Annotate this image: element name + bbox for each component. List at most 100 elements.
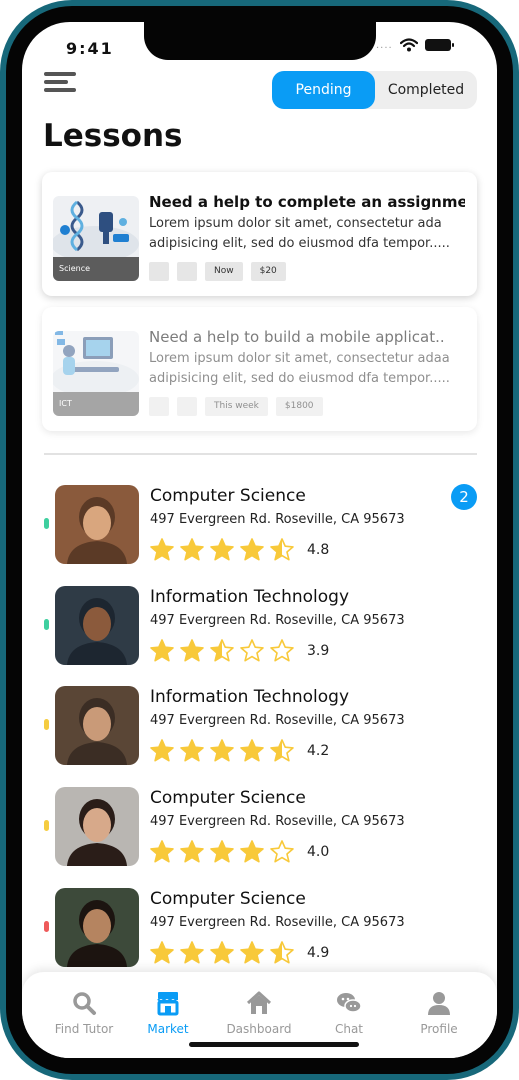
star-rating bbox=[149, 738, 295, 768]
nav-label: Dashboard bbox=[226, 1022, 292, 1036]
tutor-list-item[interactable]: Information Technology 497 Evergreen Rd. … bbox=[22, 686, 497, 776]
status-indicator bbox=[44, 518, 49, 529]
lesson-time-chip: Now bbox=[205, 262, 243, 281]
lesson-description: Lorem ipsum dolor sit amet, consectetur … bbox=[149, 214, 465, 254]
status-time: 9:41 bbox=[66, 39, 114, 58]
tutor-address: 497 Evergreen Rd. Roseville, CA 95673 bbox=[150, 814, 405, 829]
rating-value: 4.0 bbox=[307, 844, 330, 860]
lesson-price-chip: $1800 bbox=[275, 397, 323, 416]
tutor-list-item[interactable]: Computer Science 497 Evergreen Rd. Rosevi… bbox=[22, 485, 497, 575]
star-filled-icon bbox=[149, 537, 175, 567]
star-filled-icon bbox=[239, 537, 265, 567]
rating-value: 4.2 bbox=[307, 743, 330, 759]
tutor-address: 497 Evergreen Rd. Roseville, CA 95673 bbox=[150, 512, 405, 527]
rating-value: 4.8 bbox=[307, 542, 330, 558]
search-icon bbox=[73, 992, 96, 1015]
lesson-description: Lorem ipsum dolor sit amet, consectetur … bbox=[149, 349, 465, 389]
tutor-address: 497 Evergreen Rd. Roseville, CA 95673 bbox=[150, 713, 405, 728]
star-filled-icon bbox=[179, 738, 205, 768]
star-outline-icon bbox=[269, 839, 295, 869]
chip-placeholder bbox=[177, 262, 197, 281]
nav-dashboard[interactable]: Dashboard bbox=[214, 990, 304, 1036]
star-half-icon bbox=[209, 638, 235, 668]
nav-label: Market bbox=[147, 1022, 189, 1036]
star-rating bbox=[149, 940, 295, 970]
battery-icon bbox=[424, 39, 454, 51]
rating-value: 3.9 bbox=[307, 643, 330, 659]
chat-icon bbox=[337, 993, 362, 1013]
tutor-list-item[interactable]: Computer Science 497 Evergreen Rd. Rosevi… bbox=[22, 888, 497, 978]
star-half-icon bbox=[269, 738, 295, 768]
nav-label: Profile bbox=[420, 1022, 458, 1036]
star-filled-icon bbox=[209, 537, 235, 567]
lesson-description-line: Lorem ipsum dolor sit amet, consectetur … bbox=[149, 351, 450, 366]
star-rating bbox=[149, 638, 295, 668]
star-outline-icon bbox=[269, 638, 295, 668]
wifi-icon bbox=[399, 38, 418, 52]
tutor-subject: Information Technology bbox=[150, 687, 350, 707]
hamburger-menu-icon[interactable] bbox=[44, 72, 78, 94]
home-icon bbox=[246, 991, 272, 1014]
status-icons: .... bbox=[376, 38, 454, 52]
notch bbox=[144, 22, 376, 60]
store-icon bbox=[157, 992, 179, 1016]
lesson-description-line: adipisicing elit, sed do eiusmod dfa tem… bbox=[149, 236, 450, 251]
tutor-subject: Computer Science bbox=[150, 889, 306, 909]
tutor-address: 497 Evergreen Rd. Roseville, CA 95673 bbox=[150, 613, 405, 628]
rating-value: 4.9 bbox=[307, 945, 330, 961]
tutor-subject: Computer Science bbox=[150, 788, 306, 808]
lesson-title: Need a help to build a mobile applicat.. bbox=[149, 328, 445, 346]
home-indicator bbox=[189, 1042, 359, 1047]
star-filled-icon bbox=[209, 738, 235, 768]
tab-pending[interactable]: Pending bbox=[272, 71, 375, 109]
lesson-price-chip: $20 bbox=[250, 262, 286, 281]
page-title: Lessons bbox=[43, 118, 183, 154]
tutor-avatar bbox=[55, 485, 139, 564]
lesson-title: Need a help to complete an assignme.. bbox=[149, 193, 465, 211]
tutor-subject: Information Technology bbox=[150, 587, 350, 607]
star-filled-icon bbox=[149, 738, 175, 768]
star-filled-icon bbox=[179, 940, 205, 970]
status-indicator bbox=[44, 820, 49, 831]
lesson-description-line: Lorem ipsum dolor sit amet, consectetur … bbox=[149, 216, 442, 231]
lesson-card[interactable]: Science Need a help to complete an assig… bbox=[42, 172, 477, 296]
tutor-list-item[interactable]: Computer Science 497 Evergreen Rd. Rosevi… bbox=[22, 787, 497, 877]
star-outline-icon bbox=[239, 638, 265, 668]
lesson-status-toggle: Pending Completed bbox=[272, 71, 477, 109]
nav-find-tutor[interactable]: Find Tutor bbox=[39, 990, 129, 1036]
star-rating bbox=[149, 839, 295, 869]
nav-chat[interactable]: Chat bbox=[304, 990, 394, 1036]
star-filled-icon bbox=[149, 940, 175, 970]
chip-placeholder bbox=[149, 397, 169, 416]
lesson-time-chip: This week bbox=[205, 397, 268, 416]
section-divider bbox=[44, 453, 477, 455]
lesson-chips: This week $1800 bbox=[149, 397, 323, 416]
lesson-chips: Now $20 bbox=[149, 262, 286, 281]
tutor-address: 497 Evergreen Rd. Roseville, CA 95673 bbox=[150, 915, 405, 930]
chip-placeholder bbox=[149, 262, 169, 281]
app-screen: 9:41 .... Pending Completed Lessons Scie… bbox=[22, 22, 497, 1058]
nav-profile[interactable]: Profile bbox=[394, 990, 484, 1036]
lesson-category: Science bbox=[53, 257, 139, 281]
star-half-icon bbox=[269, 537, 295, 567]
star-filled-icon bbox=[179, 537, 205, 567]
nav-label: Find Tutor bbox=[54, 1022, 114, 1036]
tutor-list-item[interactable]: Information Technology 497 Evergreen Rd. … bbox=[22, 586, 497, 676]
star-filled-icon bbox=[239, 738, 265, 768]
tutor-avatar bbox=[55, 787, 139, 866]
lesson-card[interactable]: ICT Need a help to build a mobile applic… bbox=[42, 307, 477, 431]
tutor-subject: Computer Science bbox=[150, 486, 306, 506]
lesson-description-line: adipisicing elit, sed do eiusmod dfa tem… bbox=[149, 371, 450, 386]
lesson-thumbnail: ICT bbox=[53, 331, 139, 416]
status-indicator bbox=[44, 719, 49, 730]
nav-market[interactable]: Market bbox=[123, 990, 213, 1036]
status-indicator bbox=[44, 921, 49, 932]
nav-label: Chat bbox=[334, 1022, 364, 1036]
tutor-avatar bbox=[55, 586, 139, 665]
tutor-avatar bbox=[55, 888, 139, 967]
star-filled-icon bbox=[239, 940, 265, 970]
tab-completed[interactable]: Completed bbox=[375, 71, 477, 109]
star-filled-icon bbox=[239, 839, 265, 869]
bottom-nav: Find Tutor Market Dashboard Chat Profile bbox=[22, 972, 497, 1058]
star-filled-icon bbox=[209, 839, 235, 869]
